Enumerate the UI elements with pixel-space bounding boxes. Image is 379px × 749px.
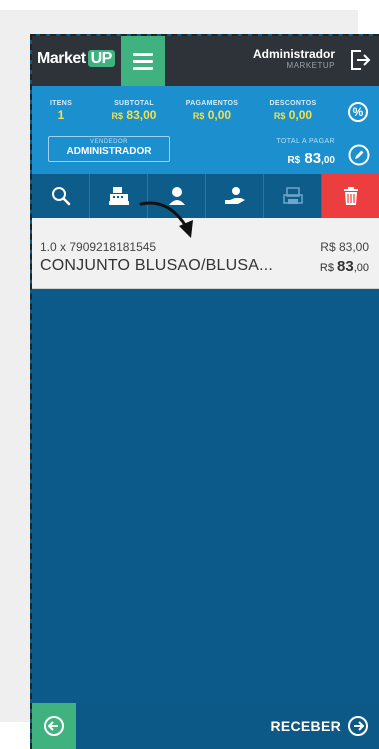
- amount: 83,00: [126, 108, 157, 122]
- action-toolbar: [32, 174, 379, 218]
- total-label: TOTAL A PAGAR: [276, 138, 335, 145]
- stat-label: DESCONTOS: [269, 100, 317, 107]
- item-total-price: R$ 83,00: [320, 258, 369, 275]
- annotation-arrow-icon: [139, 201, 193, 238]
- back-button[interactable]: [32, 703, 76, 749]
- amount: 0,00: [288, 108, 313, 122]
- item-unit-price: R$ 83,00: [320, 240, 369, 254]
- stat-subtotal: SUBTOTAL R$ 83,00: [104, 100, 164, 122]
- stat-value: R$ 0,00: [260, 108, 326, 122]
- cash-register-icon: [108, 187, 129, 205]
- currency: R$: [192, 111, 205, 121]
- cart-item[interactable]: 1.0 x 7909218181545 R$ 83,00 CONJUNTO BL…: [32, 218, 379, 289]
- order-summary: ITENS 1 SUBTOTAL R$ 83,00 PAGAMENTOS R$ …: [32, 86, 379, 174]
- seller-selector[interactable]: VENDEDOR ADMINISTRADOR: [48, 136, 170, 162]
- receive-button[interactable]: RECEBER: [270, 715, 369, 737]
- stat-value: R$ 0,00: [178, 108, 246, 122]
- seller-label: VENDEDOR: [89, 139, 128, 145]
- item-total-amount: 83: [337, 258, 354, 275]
- top-bar: Market UP Administrador MARKETUP: [32, 36, 379, 86]
- printer-icon: [282, 187, 303, 204]
- receive-label: RECEBER: [270, 718, 341, 734]
- bottom-bar: RECEBER: [32, 703, 379, 749]
- menu-button[interactable]: [121, 36, 165, 86]
- item-name: CONJUNTO BLUSAO/BLUSA...: [40, 257, 274, 274]
- currency: R$: [273, 111, 286, 121]
- brand-text: Market: [37, 50, 86, 67]
- stat-label: PAGAMENTOS: [185, 100, 239, 107]
- stat-value: 1: [57, 108, 65, 122]
- stat-descontos: DESCONTOS R$ 0,00: [260, 100, 326, 122]
- stat-itens: ITENS 1: [46, 100, 76, 122]
- print-button[interactable]: [264, 174, 322, 218]
- user-info: Administrador MARKETUP: [253, 47, 335, 70]
- discount-percent-button[interactable]: %: [348, 102, 368, 122]
- total-amount: 83: [304, 150, 322, 167]
- search-icon: [51, 187, 70, 206]
- brand-logo: Market UP: [37, 50, 115, 68]
- total-value: R$ 83,00: [287, 150, 335, 167]
- pos-screen: Market UP Administrador MARKETUP ITENS 1 …: [30, 34, 379, 749]
- menu-bar: [133, 59, 153, 63]
- hand-money-icon: [224, 187, 245, 204]
- delete-button[interactable]: [322, 174, 379, 218]
- brand-accent: UP: [87, 50, 115, 67]
- item-total-cents: ,00: [353, 262, 369, 274]
- logout-icon[interactable]: [349, 48, 371, 72]
- stat-label: SUBTOTAL: [114, 100, 154, 107]
- seller-name: ADMINISTRADOR: [66, 146, 152, 157]
- search-button[interactable]: [32, 174, 90, 218]
- menu-bar: [133, 66, 153, 70]
- menu-bar: [133, 52, 153, 56]
- user-name: Administrador: [252, 47, 335, 61]
- stat-pagamentos: PAGAMENTOS R$ 0,00: [178, 100, 246, 122]
- total-cents: ,00: [321, 155, 335, 166]
- arrow-left-circle-icon: [44, 716, 64, 736]
- user-company: MARKETUP: [286, 61, 335, 70]
- arrow-right-circle-icon: [348, 716, 368, 736]
- amount: 0,00: [207, 108, 232, 122]
- trash-icon: [343, 187, 358, 205]
- payment-button[interactable]: [206, 174, 264, 218]
- currency: R$: [319, 262, 334, 274]
- currency: R$: [111, 111, 124, 121]
- currency: R$: [287, 155, 301, 166]
- item-quantity-code: 1.0 x 7909218181545: [40, 240, 157, 254]
- stat-label: ITENS: [49, 100, 73, 107]
- percent-icon: %: [352, 105, 364, 119]
- edit-pencil-icon[interactable]: [348, 144, 370, 166]
- stat-value: R$ 83,00: [104, 108, 164, 122]
